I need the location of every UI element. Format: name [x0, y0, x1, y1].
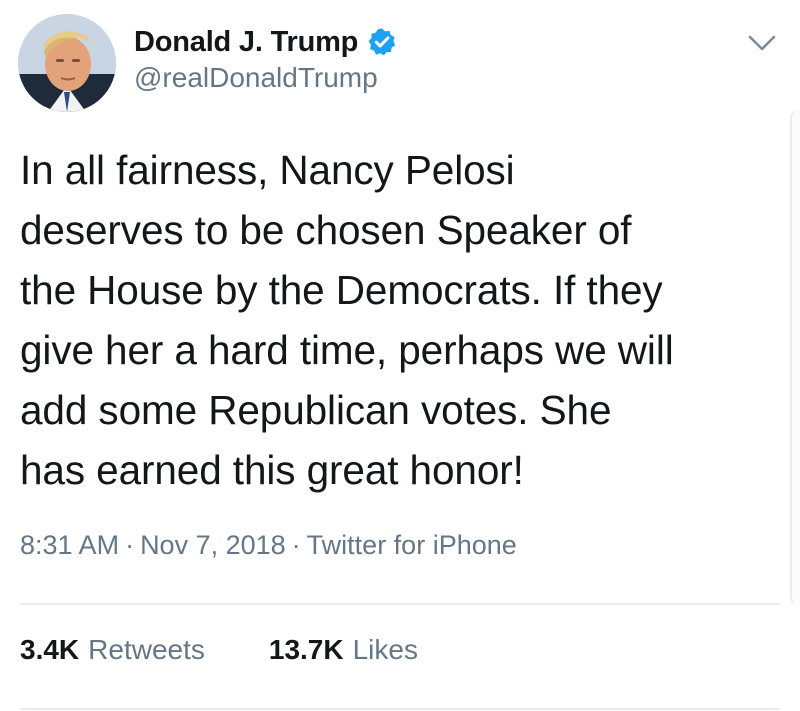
- tweet-stats: 3.4K Retweets 13.7K Likes: [20, 634, 418, 666]
- meta-separator: ·: [125, 530, 135, 560]
- likes-label: Likes: [352, 634, 418, 665]
- author-name[interactable]: Donald J. Trump: [134, 26, 358, 59]
- divider: [20, 708, 780, 710]
- avatar[interactable]: [18, 14, 116, 112]
- tweet-source[interactable]: Twitter for iPhone: [307, 530, 517, 560]
- profile-photo-icon: [18, 14, 116, 112]
- likes-stat[interactable]: 13.7K Likes: [269, 634, 418, 666]
- author-handle[interactable]: @realDonaldTrump: [134, 62, 378, 94]
- scrollbar-edge: [790, 110, 800, 605]
- tweet-card: Donald J. Trump @realDonaldTrump In all …: [0, 0, 800, 711]
- retweets-label: Retweets: [88, 634, 205, 665]
- likes-count: 13.7K: [268, 634, 344, 665]
- divider: [20, 603, 780, 605]
- tweet-metadata: 8:31 AM · Nov 7, 2018 · Twitter for iPhone: [20, 530, 517, 561]
- chevron-down-icon[interactable]: [746, 30, 778, 56]
- retweets-stat[interactable]: 3.4K Retweets: [20, 634, 205, 666]
- tweet-text-line: In all fairness, Nancy Pelosi: [20, 147, 515, 193]
- tweet-text-line: deserves to be chosen Speaker of: [20, 207, 632, 253]
- tweet-text: In all fairness, Nancy Pelosi deserves t…: [20, 140, 785, 500]
- tweet-text-line: add some Republican votes. She: [20, 387, 612, 433]
- tweet-time[interactable]: 8:31 AM: [20, 530, 119, 560]
- author-name-row: Donald J. Trump: [134, 22, 397, 62]
- tweet-text-line: has earned this great honor!: [20, 447, 524, 493]
- retweets-count: 3.4K: [20, 634, 80, 665]
- verified-badge-icon: [367, 27, 397, 57]
- tweet-text-line: give her a hard time, perhaps we will: [20, 327, 674, 373]
- meta-separator: ·: [291, 530, 301, 560]
- tweet-text-line: the House by the Democrats. If they: [20, 267, 663, 313]
- tweet-date[interactable]: Nov 7, 2018: [140, 530, 286, 560]
